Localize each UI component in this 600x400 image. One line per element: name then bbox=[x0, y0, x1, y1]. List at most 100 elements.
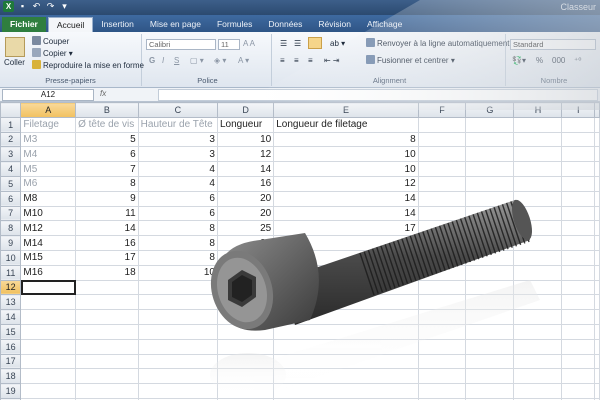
cell-g7[interactable] bbox=[465, 205, 515, 222]
cell-f2[interactable] bbox=[417, 131, 467, 148]
cell-c16[interactable] bbox=[137, 338, 218, 355]
fx-icon[interactable]: fx bbox=[100, 89, 106, 98]
cell-g11[interactable] bbox=[465, 264, 515, 281]
cell-d3[interactable]: 12 bbox=[216, 146, 275, 163]
align-top-icon[interactable]: ☰ bbox=[280, 39, 287, 48]
cell-d12[interactable] bbox=[216, 279, 275, 296]
thousands-button[interactable]: 000 bbox=[552, 56, 565, 65]
cell-e9[interactable] bbox=[273, 235, 419, 251]
column-header-e[interactable]: E bbox=[273, 102, 419, 118]
fill-color-icon[interactable]: ◈ ▾ bbox=[214, 56, 226, 65]
column-header-f[interactable]: F bbox=[417, 102, 467, 118]
cell-e2[interactable]: 8 bbox=[273, 131, 419, 148]
cell-i11[interactable] bbox=[561, 264, 595, 281]
cell-g19[interactable] bbox=[465, 383, 515, 399]
tab-fichier[interactable]: Fichier bbox=[2, 17, 46, 32]
cell-e15[interactable] bbox=[273, 323, 419, 340]
cell-a4[interactable]: M5 bbox=[20, 161, 77, 177]
cell-e1[interactable]: Longueur de filetage bbox=[273, 116, 419, 133]
row-header[interactable]: 13 bbox=[0, 294, 22, 311]
italic-button[interactable]: I bbox=[162, 56, 164, 65]
cell-e13[interactable] bbox=[273, 294, 419, 311]
cell-a19[interactable] bbox=[20, 383, 77, 399]
cell-e11[interactable] bbox=[273, 264, 419, 281]
cell-h18[interactable] bbox=[513, 368, 563, 385]
cell-d19[interactable] bbox=[216, 383, 275, 399]
cell-e16[interactable] bbox=[273, 338, 419, 355]
orientation-icon[interactable]: ab ▾ bbox=[330, 39, 345, 48]
cell-e19[interactable] bbox=[273, 383, 419, 399]
cell-d4[interactable]: 14 bbox=[216, 161, 275, 177]
cell-g6[interactable] bbox=[465, 190, 515, 207]
row-header[interactable]: 19 bbox=[0, 383, 22, 399]
column-header-h[interactable]: H bbox=[513, 102, 563, 118]
tab-donnees[interactable]: Données bbox=[260, 17, 310, 32]
cell-i3[interactable] bbox=[561, 146, 595, 163]
cell-b16[interactable] bbox=[75, 338, 139, 355]
cell-c8[interactable]: 8 bbox=[137, 220, 218, 237]
cell-g13[interactable] bbox=[465, 294, 515, 311]
copy-button[interactable]: Copier ▾ bbox=[32, 48, 73, 58]
cell-g17[interactable] bbox=[465, 353, 515, 370]
cell-i7[interactable] bbox=[561, 205, 595, 222]
cell-h4[interactable] bbox=[513, 161, 563, 177]
cell-b1[interactable]: Ø tête de vis bbox=[75, 116, 139, 133]
cell-i2[interactable] bbox=[561, 131, 595, 148]
cell-b17[interactable] bbox=[75, 353, 139, 370]
cell-b19[interactable] bbox=[75, 383, 139, 399]
cell-e14[interactable] bbox=[273, 309, 419, 325]
cell-d7[interactable]: 20 bbox=[216, 205, 275, 222]
number-format-select[interactable]: Standard bbox=[510, 39, 596, 50]
row-header[interactable]: 7 bbox=[0, 205, 22, 222]
cell-a10[interactable]: M15 bbox=[20, 249, 77, 266]
row-header[interactable]: 3 bbox=[0, 146, 22, 163]
cell-b10[interactable]: 17 bbox=[75, 249, 139, 266]
cell-c1[interactable]: Hauteur de Tête bbox=[137, 116, 218, 133]
cell-f11[interactable] bbox=[417, 264, 467, 281]
cell-g18[interactable] bbox=[465, 368, 515, 385]
cell-i12[interactable] bbox=[561, 279, 595, 296]
cell-d2[interactable]: 10 bbox=[216, 131, 275, 148]
cell-f17[interactable] bbox=[417, 353, 467, 370]
cell-h10[interactable] bbox=[513, 249, 563, 266]
font-grow-icon[interactable]: A A bbox=[243, 39, 255, 48]
cell-f1[interactable] bbox=[417, 116, 467, 133]
cell-f4[interactable] bbox=[417, 161, 467, 177]
cell-g5[interactable] bbox=[465, 175, 515, 192]
cell-f3[interactable] bbox=[417, 146, 467, 163]
cell-h5[interactable] bbox=[513, 175, 563, 192]
cell-h15[interactable] bbox=[513, 323, 563, 340]
cell-c15[interactable] bbox=[137, 323, 218, 340]
row-header[interactable]: 2 bbox=[0, 131, 22, 148]
cell-e7[interactable]: 14 bbox=[273, 205, 419, 222]
cell-i13[interactable] bbox=[561, 294, 595, 311]
cell-f14[interactable] bbox=[417, 309, 467, 325]
cell-d6[interactable]: 20 bbox=[216, 190, 275, 207]
cell-g15[interactable] bbox=[465, 323, 515, 340]
cell-a17[interactable] bbox=[20, 353, 77, 370]
cell-h12[interactable] bbox=[513, 279, 563, 296]
currency-icon[interactable]: 💱▾ bbox=[512, 56, 526, 65]
cell-b4[interactable]: 7 bbox=[75, 161, 139, 177]
row-header[interactable]: 8 bbox=[0, 220, 22, 237]
tab-accueil[interactable]: Accueil bbox=[47, 17, 94, 32]
cell-i18[interactable] bbox=[561, 368, 595, 385]
column-header-a[interactable]: A bbox=[20, 102, 77, 118]
align-center-icon[interactable]: ≡ bbox=[294, 56, 299, 65]
cell-a12[interactable] bbox=[20, 279, 77, 296]
cell-g3[interactable] bbox=[465, 146, 515, 163]
percent-button[interactable]: % bbox=[536, 56, 543, 65]
cell-f6[interactable] bbox=[417, 190, 467, 207]
cell-c11[interactable]: 10 bbox=[137, 264, 218, 281]
cell-i8[interactable] bbox=[561, 220, 595, 237]
cell-c5[interactable]: 4 bbox=[137, 175, 218, 192]
cell-b7[interactable]: 11 bbox=[75, 205, 139, 222]
cell-g4[interactable] bbox=[465, 161, 515, 177]
cell-c10[interactable]: 8 bbox=[137, 249, 218, 266]
align-bottom-icon[interactable] bbox=[308, 37, 322, 49]
underline-button[interactable]: S bbox=[174, 56, 179, 65]
cell-a8[interactable]: M12 bbox=[20, 220, 77, 237]
format-painter-button[interactable]: Reproduire la mise en forme bbox=[32, 60, 144, 70]
column-header-b[interactable]: B bbox=[75, 102, 139, 118]
cell-h6[interactable] bbox=[513, 190, 563, 207]
